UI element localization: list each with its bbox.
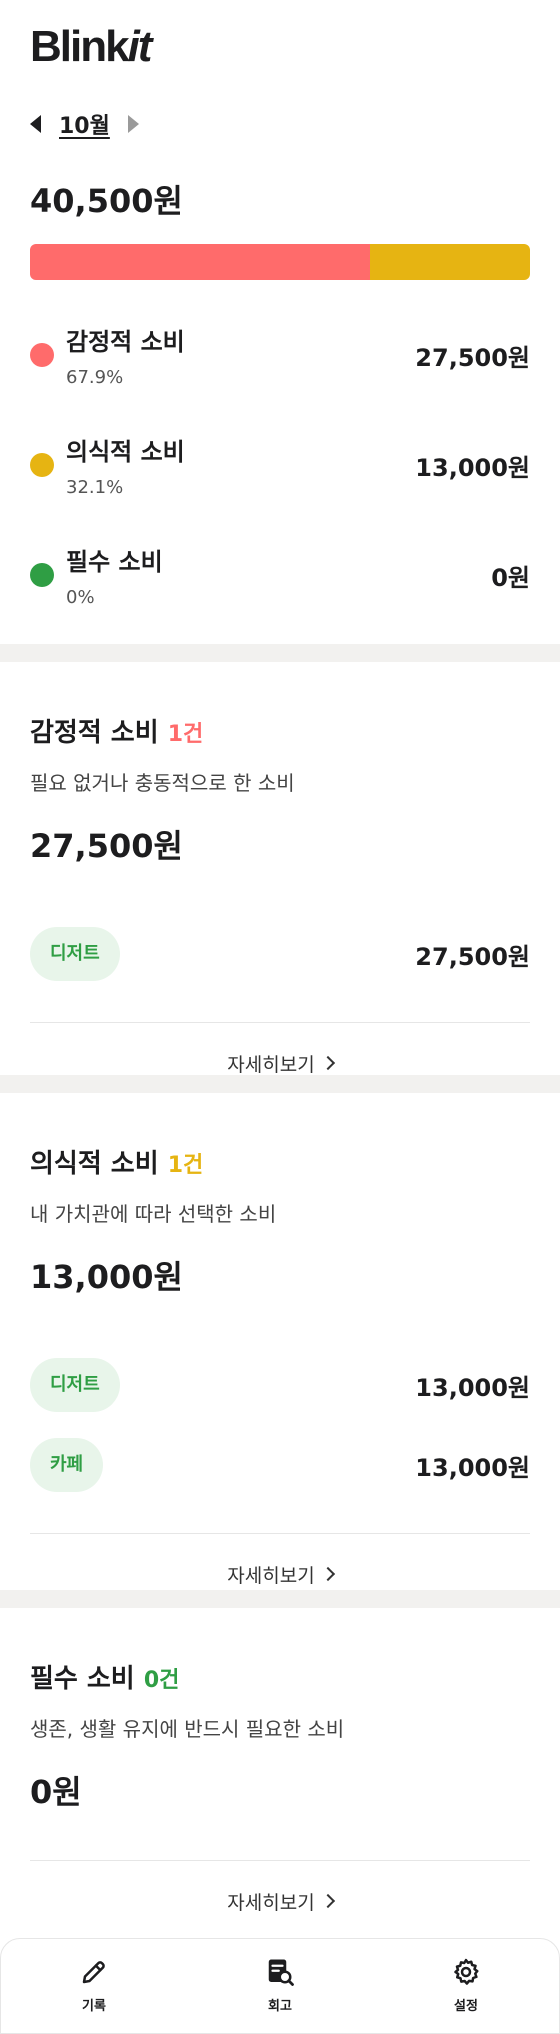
category-amount: 0원 [491,563,530,592]
tab-label: 기록 [82,1999,106,2014]
chevron-right-icon [320,1055,335,1071]
section-description: 내 가치관에 따라 선택한 소비 [30,1202,277,1226]
category-row-emotional[interactable]: 감정적 소비 67.9% 27,500원 [30,300,530,410]
category-name: 필수 소비 [66,548,163,576]
category-row-conscious[interactable]: 의식적 소비 32.1% 13,000원 [30,410,530,520]
category-summary-list: 감정적 소비 67.9% 27,500원 의식적 소비 32.1% 13,000… [0,280,560,644]
spending-breakdown-bar [30,244,530,280]
see-more-button[interactable]: 자세히보기 [30,1861,530,1941]
section-emotional: 감정적 소비 1건 필요 없거나 충동적으로 한 소비 27,500원 디저트 … [0,662,560,1076]
category-amount: 27,500원 [415,343,530,372]
report-search-icon [268,1959,294,1986]
app-header: Blinkit [0,0,560,96]
tag-chip: 카페 [30,1438,104,1492]
section-divider [0,644,560,662]
bar-segment-conscious [369,244,530,280]
section-count: 0건 [143,1668,180,1693]
see-more-label: 자세히보기 [227,1891,315,1914]
category-amount: 13,000원 [415,453,530,482]
essential-dot-icon [30,563,54,587]
tag-chip: 디저트 [30,927,120,981]
section-divider [0,1075,560,1093]
pencil-icon [82,1961,105,1984]
conscious-dot-icon [30,453,54,477]
section-title: 감정적 소비 [30,718,159,748]
emotional-dot-icon [30,343,54,367]
section-title: 필수 소비 [30,1664,135,1694]
tag-chip: 디저트 [30,1358,120,1412]
section-divider [0,1590,560,1608]
item-amount: 13,000원 [415,1373,530,1402]
section-items: 디저트 27,500원 [30,902,530,994]
section-title: 의식적 소비 [30,1149,159,1179]
tab-label: 회고 [268,1999,292,2014]
section-description: 생존, 생활 유지에 반드시 필요한 소비 [30,1717,345,1741]
tab-record[interactable]: 기록 [1,1939,187,2033]
section-description: 필요 없거나 충동적으로 한 소비 [30,771,295,795]
category-percent: 32.1% [66,477,124,498]
app-logo: Blinkit [30,22,152,71]
bar-segment-emotional [30,244,370,280]
chevron-right-icon [320,1893,335,1909]
section-total: 27,500원 [30,827,183,865]
list-item[interactable]: 디저트 27,500원 [30,914,530,994]
list-item[interactable]: 디저트 13,000원 [30,1345,530,1425]
month-navigator: 10월 [0,96,560,152]
section-total: 0원 [30,1773,82,1811]
monthly-total: 40,500원 [30,182,183,220]
see-more-label: 자세히보기 [227,1053,315,1076]
item-amount: 27,500원 [415,942,530,971]
month-label[interactable]: 10월 [59,108,110,140]
section-count: 1건 [167,1153,204,1178]
section-count: 1건 [167,722,204,747]
section-total: 13,000원 [30,1258,183,1296]
list-item[interactable]: 카페 13,000원 [30,1425,530,1505]
category-name: 의식적 소비 [66,438,185,466]
category-percent: 67.9% [66,367,124,388]
chevron-right-icon [320,1566,335,1582]
section-conscious: 의식적 소비 1건 내 가치관에 따라 선택한 소비 13,000원 디저트 1… [0,1093,560,1590]
category-percent: 0% [66,587,95,608]
category-name: 감정적 소비 [66,328,185,356]
next-month-icon[interactable] [127,115,139,133]
tab-label: 설정 [454,1999,478,2014]
section-essential: 필수 소비 0건 생존, 생활 유지에 반드시 필요한 소비 0원 자세히보기 [0,1608,560,1941]
tab-review[interactable]: 회고 [187,1939,373,2033]
prev-month-icon[interactable] [30,115,41,133]
tab-settings[interactable]: 설정 [373,1939,559,2033]
bottom-tab-bar: 기록 회고 설정 [0,1938,560,2034]
see-more-label: 자세히보기 [227,1564,315,1587]
gear-icon [454,1958,479,1985]
item-amount: 13,000원 [415,1453,530,1482]
category-row-essential[interactable]: 필수 소비 0% 0원 [30,520,530,630]
section-items: 디저트 13,000원 카페 13,000원 [30,1333,530,1505]
